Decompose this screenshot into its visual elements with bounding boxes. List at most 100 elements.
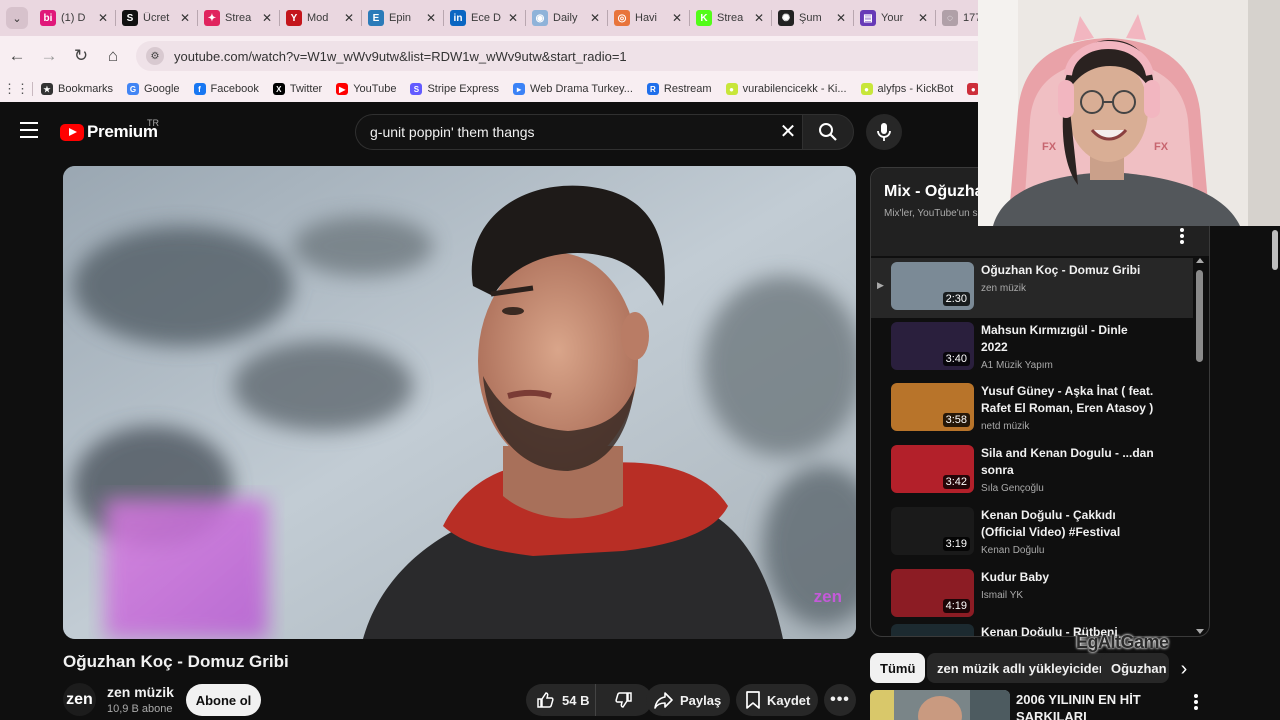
browser-tab[interactable]: in Ece D ✕ (444, 0, 526, 36)
save-button[interactable]: Kaydet (736, 684, 818, 716)
more-vertical-icon[interactable] (1179, 228, 1185, 246)
channel-name[interactable]: zen müzik (107, 684, 174, 700)
divider (32, 82, 33, 96)
playlist-item-channel: zen müzik (981, 283, 1027, 294)
voice-search-button[interactable] (866, 114, 902, 150)
close-icon[interactable]: ✕ (834, 11, 848, 25)
scroll-down-icon[interactable] (1196, 629, 1204, 634)
close-icon[interactable]: ✕ (178, 11, 192, 25)
playlist-item[interactable]: 3:19 Kenan Doğulu - Çakkıdı (Official Vid… (871, 503, 1193, 563)
home-button[interactable]: ⌂ (98, 41, 128, 71)
playlist-item[interactable]: ▶ 2:30 Oğuzhan Koç - Domuz Gribi zen müzik (871, 258, 1193, 318)
chip-oguzhan[interactable]: Oğuzhan (1101, 653, 1169, 683)
chevron-right-icon[interactable]: › (1174, 658, 1194, 680)
close-icon[interactable]: ✕ (752, 11, 766, 25)
search-query: g-unit poppin' them thangs (370, 124, 535, 140)
playlist-item[interactable]: 4:19 Kudur Baby Ismail YK (871, 565, 1193, 625)
search-input[interactable]: g-unit poppin' them thangs (355, 114, 810, 150)
playlist-thumbnail[interactable]: 3:58 (891, 383, 974, 431)
playlist-thumbnail[interactable]: 3:19 (891, 507, 974, 555)
bookmark-item[interactable]: ★ Bookmarks (41, 83, 113, 95)
playlist-item-title: Mahsun Kırmızıgül - Dinle 2022 (981, 323, 1128, 354)
screen: ⌄ bi (1) D ✕ S Ücret ✕ ✦ Strea ✕ Y Mod ✕ E Epin ✕ in Ece… (0, 0, 1280, 720)
playlist-thumbnail[interactable] (891, 624, 974, 636)
chip-all[interactable]: Tümü (870, 653, 926, 683)
subscribe-button[interactable]: Abone ol (186, 684, 261, 716)
more-actions-button[interactable]: ••• (824, 684, 856, 716)
playlist-title[interactable]: Mix - Oğuzha (884, 183, 984, 201)
close-icon[interactable]: ✕ (342, 11, 356, 25)
browser-tab[interactable]: Y Mod ✕ (280, 0, 362, 36)
reload-button[interactable]: ↻ (66, 41, 96, 71)
playlist-item[interactable]: 3:40 Mahsun Kırmızıgül - Dinle 2022 A1 Müz… (871, 318, 1193, 378)
more-vertical-icon[interactable] (1194, 694, 1200, 712)
close-icon[interactable]: ✕ (916, 11, 930, 25)
forward-button[interactable]: → (34, 41, 64, 71)
bookmark-item[interactable]: f Facebook (193, 83, 259, 95)
playlist-thumbnail[interactable]: 3:42 (891, 445, 974, 493)
back-button[interactable]: ← (2, 41, 32, 71)
close-icon[interactable]: ✕ (260, 11, 274, 25)
tab-list: bi (1) D ✕ S Ücret ✕ ✦ Strea ✕ Y Mod ✕ E Epin ✕ in Ece D… (34, 0, 1018, 36)
duration-badge: 3:42 (942, 475, 970, 489)
browser-tab[interactable]: ✺ Şum ✕ (772, 0, 854, 36)
site-info-icon[interactable]: ⚙ (146, 47, 164, 65)
page-scrollbar-thumb[interactable] (1272, 230, 1278, 270)
browser-tab[interactable]: ◎ Havi ✕ (608, 0, 690, 36)
chip-from-uploader[interactable]: zen müzik adlı yükleyiciden (927, 653, 1117, 683)
share-label: Paylaş (680, 692, 722, 708)
bookmark-item[interactable]: ● vurabilencicekk - Ki... (725, 83, 847, 95)
recommendation-thumbnail[interactable] (870, 690, 1010, 720)
close-icon[interactable]: ✕ (424, 11, 438, 25)
facebook-icon: f (193, 83, 206, 95)
bookmark-item[interactable]: G Google (127, 83, 180, 95)
clear-search-icon[interactable]: ✕ (778, 121, 798, 143)
channel-avatar[interactable]: zen (63, 683, 96, 716)
browser-tab[interactable]: ◉ Daily ✕ (526, 0, 608, 36)
bookmark-item[interactable]: ● alyfps - KickBot (860, 83, 953, 95)
bookmark-item[interactable]: ▶ YouTube (336, 83, 396, 95)
menu-icon[interactable] (20, 122, 38, 138)
close-icon[interactable]: ✕ (96, 11, 110, 25)
playlist-scrollbar[interactable] (1193, 256, 1207, 636)
playlist-thumbnail[interactable]: 3:40 (891, 322, 974, 370)
browser-tab[interactable]: S Ücret ✕ (116, 0, 198, 36)
bookmark-item[interactable]: R Restream (646, 83, 712, 95)
scroll-up-icon[interactable] (1196, 258, 1204, 263)
close-icon[interactable]: ✕ (670, 11, 684, 25)
youtube-premium-logo[interactable]: Premium (60, 122, 158, 142)
playlist-thumbnail[interactable]: 4:19 (891, 569, 974, 617)
playlist-item[interactable]: 3:58 Yusuf Güney - Aşka İnat ( feat. Rafe… (871, 379, 1193, 439)
browser-tab[interactable]: bi (1) D ✕ (34, 0, 116, 36)
search-button[interactable] (802, 114, 854, 150)
bookmark-label: Facebook (210, 83, 259, 95)
playlist-item[interactable]: 3:42 Sila and Kenan Dogulu - ...dan sonra… (871, 441, 1193, 501)
bookmark-item[interactable]: X Twitter (272, 83, 322, 95)
browser-tab[interactable]: E Epin ✕ (362, 0, 444, 36)
dislike-button[interactable] (596, 691, 652, 709)
share-button[interactable]: Paylaş (646, 684, 730, 716)
tab-title: Daily (553, 12, 578, 24)
tab-search-button[interactable]: ⌄ (6, 7, 28, 29)
recommendation-title[interactable]: 2006 YILININ EN HİT ŞARKILARI (1016, 691, 1176, 720)
tab-title: Havi (635, 12, 658, 24)
apps-grid-icon[interactable]: ⋮⋮ (0, 81, 32, 97)
like-count: 54 B (562, 692, 590, 708)
page-scrollbar[interactable] (1270, 226, 1280, 720)
bookmark-item[interactable]: S Stripe Express (410, 83, 499, 95)
browser-tab[interactable]: K Strea ✕ (690, 0, 772, 36)
scrollbar-thumb[interactable] (1196, 270, 1203, 362)
bookmark-item[interactable]: ▸ Web Drama Turkey... (513, 83, 633, 95)
browser-tab[interactable]: ▤ Your ✕ (854, 0, 936, 36)
playlist-thumbnail[interactable]: 2:30 (891, 262, 974, 310)
globe-icon: ◌ (942, 10, 958, 26)
webcam-overlay: FX FX (978, 0, 1280, 226)
close-icon[interactable]: ✕ (506, 11, 520, 25)
search-icon (819, 123, 837, 141)
browser-tab[interactable]: ✦ Strea ✕ (198, 0, 280, 36)
like-button[interactable]: 54 B (526, 684, 596, 716)
close-icon[interactable]: ✕ (588, 11, 602, 25)
more-horizontal-icon: ••• (830, 691, 850, 708)
video-player[interactable]: zen (63, 166, 856, 639)
mix-playlist-panel: Mix - Oğuzha Mix'ler, YouTube'un si ▶ 2:3… (870, 167, 1210, 637)
